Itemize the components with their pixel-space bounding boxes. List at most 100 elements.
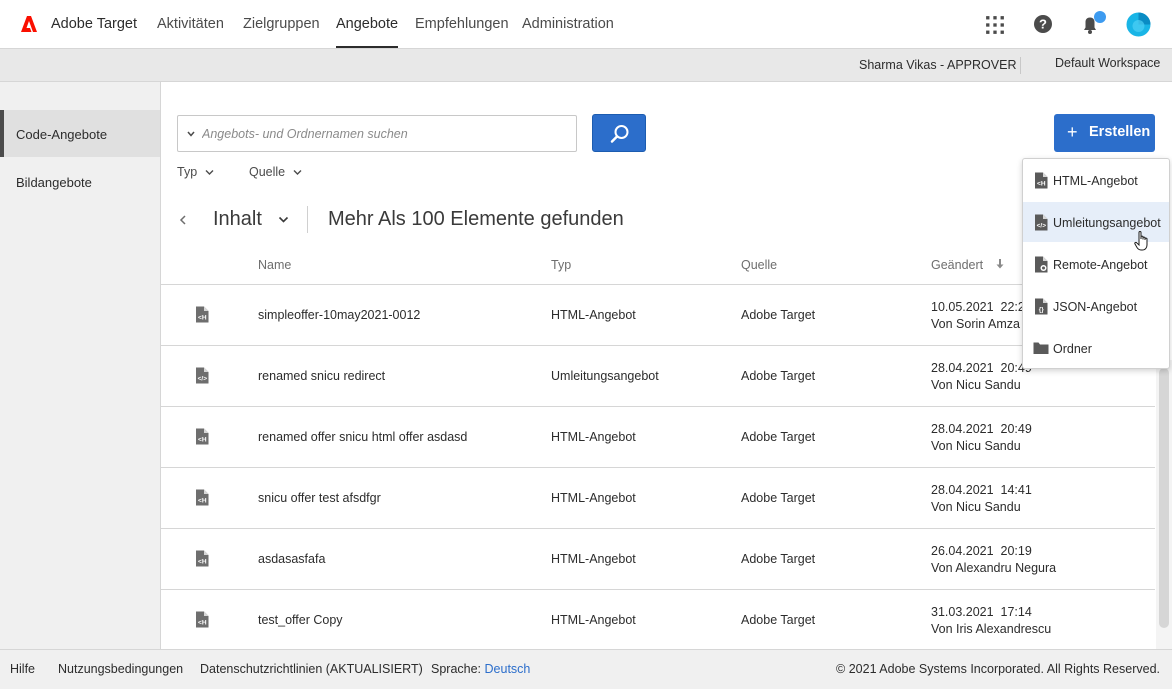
footer-language-label: Sprache: <box>431 662 482 676</box>
column-header-typ[interactable]: Typ <box>551 258 571 272</box>
menu-item-label: Umleitungsangebot <box>1053 216 1161 230</box>
html-file-icon: <H <box>196 428 209 445</box>
menu-item-ordner[interactable]: Ordner <box>1023 328 1169 368</box>
menu-item-json-angebot[interactable]: {} JSON-Angebot <box>1023 286 1169 326</box>
table-row[interactable]: <H asdasasfafa HTML-Angebot Adobe Target 26.… <box>161 529 1155 590</box>
offer-name[interactable]: simpleoffer-10may2021-0012 <box>258 308 420 322</box>
workspace-bar: Sharma Vikas - APPROVER Default Workspac… <box>0 49 1172 82</box>
table-row[interactable]: <H snicu offer test afsdfgr HTML-Angebot Ad… <box>161 468 1155 529</box>
chevron-down-icon[interactable] <box>278 216 289 224</box>
chevron-down-icon[interactable] <box>187 130 195 138</box>
menu-item-html-angebot[interactable]: <H HTML-Angebot <box>1023 160 1169 200</box>
menu-item-label: JSON-Angebot <box>1053 300 1138 314</box>
offer-name[interactable]: test_offer Copy <box>258 613 343 627</box>
svg-text:<H: <H <box>198 315 207 322</box>
table-row[interactable]: <H test_offer Copy HTML-Angebot Adobe Targe… <box>161 590 1155 651</box>
html-file-icon: <H <box>1035 172 1048 189</box>
offer-source: Adobe Target <box>741 308 816 322</box>
offer-source: Adobe Target <box>741 369 816 383</box>
copyright: © 2021 Adobe Systems Incorporated. All R… <box>836 662 1160 676</box>
nav-empfehlungen[interactable]: Empfehlungen <box>415 16 509 32</box>
apps-grid-icon[interactable] <box>985 15 1005 35</box>
offer-source: Adobe Target <box>741 491 816 505</box>
offer-modified-date: 28.04.2021 14:41 <box>931 483 1032 497</box>
offer-modified-date: 31.03.2021 17:14 <box>931 605 1032 619</box>
search-icon <box>610 125 629 143</box>
remote-file-icon <box>1035 256 1048 273</box>
create-dropdown-menu: <H HTML-Angebot </> Umleitungsangebot Remote… <box>1022 158 1170 369</box>
offer-type: Umleitungsangebot <box>551 369 659 383</box>
footer: Hilfe Nutzungsbedingungen Datenschutzric… <box>0 649 1172 689</box>
user-avatar[interactable] <box>1126 12 1151 37</box>
current-user: Sharma Vikas - APPROVER <box>859 58 1017 72</box>
column-header-geaendert-label: Geändert <box>931 258 984 272</box>
offer-name[interactable]: asdasasfafa <box>258 552 325 566</box>
adobe-logo-icon[interactable] <box>20 15 38 33</box>
offer-modified-by: Von Nicu Sandu <box>931 439 1021 453</box>
table-header: Name Typ Quelle Geändert <box>161 248 1155 285</box>
offer-modified-by: Von Iris Alexandrescu <box>931 622 1052 636</box>
help-icon[interactable]: ? <box>1033 14 1053 34</box>
svg-text:?: ? <box>1039 17 1047 32</box>
menu-item-label: Remote-Angebot <box>1053 258 1148 272</box>
table-row[interactable]: <H simpleoffer-10may2021-0012 HTML-Angebot… <box>161 285 1155 346</box>
column-header-quelle[interactable]: Quelle <box>741 258 777 272</box>
sidebar: Code-Angebote Bildangebote <box>0 82 161 649</box>
offer-type: HTML-Angebot <box>551 613 636 627</box>
offer-type: HTML-Angebot <box>551 552 636 566</box>
search-input[interactable] <box>202 124 562 144</box>
folder-title[interactable]: Inhalt <box>213 208 262 231</box>
notifications-bell-icon[interactable] <box>1080 10 1108 36</box>
plus-icon: + <box>1067 122 1078 142</box>
offer-source: Adobe Target <box>741 430 816 444</box>
filter-typ[interactable]: Typ <box>177 165 214 179</box>
chevron-left-icon[interactable] <box>178 213 188 227</box>
menu-item-label: HTML-Angebot <box>1053 174 1138 188</box>
filter-quelle[interactable]: Quelle <box>249 165 302 179</box>
sort-descending-icon <box>996 259 1004 269</box>
offer-modified-by: Von Nicu Sandu <box>931 378 1021 392</box>
offer-name[interactable]: renamed offer snicu html offer asdasd <box>258 430 467 444</box>
sidebar-item-bildangebote[interactable]: Bildangebote <box>0 158 160 205</box>
app-brand[interactable]: Adobe Target <box>51 16 137 32</box>
offer-name[interactable]: snicu offer test afsdfgr <box>258 491 381 505</box>
nav-zielgruppen[interactable]: Zielgruppen <box>243 16 320 32</box>
column-header-geaendert[interactable]: Geändert <box>931 258 1005 272</box>
workspace-selector[interactable]: Default Workspace <box>1055 56 1160 70</box>
svg-text:<H: <H <box>198 437 207 444</box>
offer-source: Adobe Target <box>741 613 816 627</box>
folder-icon <box>1033 342 1049 354</box>
offer-modified-date: 10.05.2021 22:23 <box>931 300 1032 314</box>
nav-administration[interactable]: Administration <box>522 16 614 32</box>
html-file-icon: <H <box>196 306 209 323</box>
scrollbar[interactable] <box>1156 360 1172 649</box>
sidebar-item-code-angebote[interactable]: Code-Angebote <box>0 110 160 157</box>
footer-link-datenschutz[interactable]: Datenschutzrichtlinien (AKTUALISIERT) <box>200 662 423 676</box>
footer-link-nutzungsbedingungen[interactable]: Nutzungsbedingungen <box>58 662 183 676</box>
scrollbar-thumb[interactable] <box>1159 368 1169 628</box>
create-button-label: Erstellen <box>1089 124 1151 140</box>
table-row[interactable]: </> renamed snicu redirect Umleitungsangeb… <box>161 346 1155 407</box>
language-link[interactable]: Deutsch <box>485 662 531 676</box>
nav-angebote[interactable]: Angebote <box>336 16 399 48</box>
offer-name[interactable]: renamed snicu redirect <box>258 369 385 383</box>
offer-modified-by: Von Nicu Sandu <box>931 500 1021 514</box>
redirect-file-icon: </> <box>1035 214 1048 231</box>
table-row[interactable]: <H renamed offer snicu html offer asdasd H… <box>161 407 1155 468</box>
column-header-name[interactable]: Name <box>258 258 291 272</box>
menu-item-label: Ordner <box>1053 342 1092 356</box>
create-button[interactable]: + Erstellen <box>1054 114 1155 152</box>
nav-aktivitaeten[interactable]: Aktivitäten <box>157 16 224 32</box>
search-box[interactable] <box>177 115 577 152</box>
html-file-icon: <H <box>196 489 209 506</box>
html-file-icon: <H <box>196 611 209 628</box>
footer-link-hilfe[interactable]: Hilfe <box>10 662 35 676</box>
result-count: Mehr Als 100 Elemente gefunden <box>328 208 624 230</box>
divider <box>307 206 308 233</box>
svg-text:</>: </> <box>1037 223 1047 230</box>
top-navigation: Adobe Target Aktivitäten Zielgruppen Ang… <box>0 0 1172 49</box>
offer-modified-date: 28.04.2021 20:49 <box>931 422 1032 436</box>
svg-text:<H: <H <box>198 620 207 627</box>
hand-cursor-icon <box>1134 231 1148 251</box>
search-button[interactable] <box>592 114 646 152</box>
